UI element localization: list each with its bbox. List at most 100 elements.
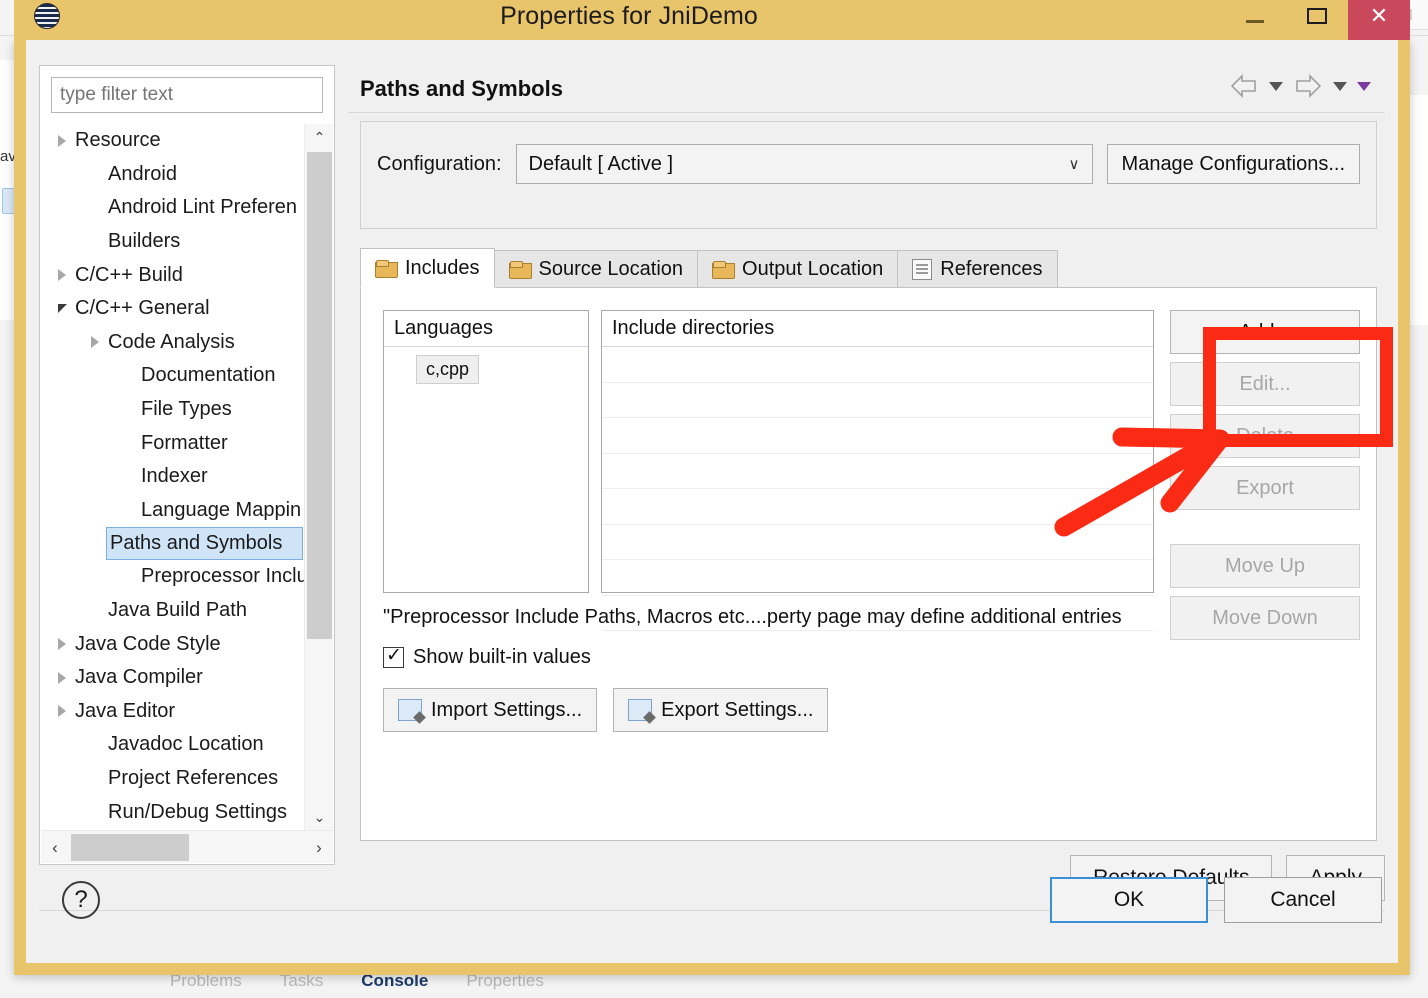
show-builtin-values-row[interactable]: Show built-in values [383,646,591,669]
configuration-select[interactable]: Default [ Active ] ∨ [516,144,1093,184]
sidebar-item-javadoc-location[interactable]: Javadoc Location [41,728,303,762]
settings-tree-panel: ResourceAndroid Android Lint Preferen Buil… [39,65,335,865]
tree-vscroll-thumb[interactable] [307,152,332,639]
chevron-down-icon [58,304,67,313]
sidebar-item-preprocessor-inclu[interactable]: Preprocessor Inclu [41,560,303,594]
languages-list[interactable]: Languages c,cpp [383,310,589,593]
sidebar-item-java-code-style[interactable]: Java Code Style [41,627,303,661]
tree-hscroll-thumb[interactable] [71,834,189,861]
sidebar-item-c-c-general[interactable]: C/C++ General [41,292,303,326]
include-directory-row[interactable] [602,525,1153,561]
chevron-down-icon: ∨ [1069,155,1080,173]
ok-button[interactable]: OK [1050,877,1208,923]
sidebar-item-label: Code Analysis [108,331,235,354]
sidebar-item-file-types[interactable]: File Types [41,393,303,427]
forward-arrow-icon[interactable] [1293,73,1323,99]
sidebar-item-run-debug-settings[interactable]: Run/Debug Settings [41,795,303,829]
sidebar-item-label: Java Compiler [75,666,203,689]
sidebar-item-label: Android Lint Preferen [108,196,297,219]
sidebar-item-android[interactable]: Android [41,158,303,192]
tree-expanded-arrow-icon[interactable] [49,304,75,313]
includes-tabstrip: Includes Source LocationOutput LocationRe… [360,248,1377,288]
scroll-up-icon[interactable]: ⌃ [305,124,334,150]
tab-source-location[interactable]: Source Location [494,250,699,288]
sidebar-item-project-references[interactable]: Project References [41,762,303,796]
dialog-titlebar: Properties for JniDemo ✕ [14,0,1410,40]
show-builtin-values-checkbox[interactable] [383,647,404,668]
sidebar-item-builders[interactable]: Builders [41,225,303,259]
sidebar-item-formatter[interactable]: Formatter [41,426,303,460]
tab-references[interactable]: References [897,250,1057,288]
export-button: Export [1170,466,1360,510]
tree-collapsed-arrow-icon[interactable] [49,269,75,281]
tree-collapsed-arrow-icon[interactable] [49,672,75,684]
help-icon[interactable]: ? [62,881,100,919]
tab-output-location[interactable]: Output Location [697,250,898,288]
add-button[interactable]: Add... [1170,310,1360,354]
close-icon: ✕ [1370,3,1388,29]
tree-collapsed-arrow-icon[interactable] [49,638,75,650]
sidebar-item-language-mappin[interactable]: Language Mappin [41,494,303,528]
sidebar-item-indexer[interactable]: Indexer [41,460,303,494]
show-builtin-values-label: Show built-in values [413,646,591,669]
tree-vertical-scrollbar[interactable]: ⌃ ⌄ [304,124,333,830]
delete-button: Delete [1170,414,1360,458]
include-directory-row[interactable] [602,347,1153,383]
sidebar-item-label: Paths and Symbols [107,532,282,555]
back-menu-chevron-down-icon[interactable] [1269,82,1283,91]
maximize-button[interactable] [1286,0,1348,40]
filter-input[interactable] [51,77,323,113]
import-settings-button[interactable]: Import Settings... [383,688,597,732]
sidebar-item-java-editor[interactable]: Java Editor [41,695,303,729]
include-directory-row[interactable] [602,489,1153,525]
cancel-button[interactable]: Cancel [1224,877,1382,923]
sidebar-item-label: Java Editor [75,700,175,723]
includes-tab-panel: Languages c,cpp Include directories Add.… [360,287,1377,841]
source-folder-icon [509,260,531,279]
sidebar-item-label: Preprocessor Inclu [141,565,308,588]
maximize-icon [1307,8,1327,24]
include-directory-row[interactable] [602,418,1153,454]
chevron-right-icon [58,135,66,147]
tab-includes[interactable]: Includes [360,248,495,288]
ok-cancel-group: OK Cancel [1050,877,1382,923]
close-button[interactable]: ✕ [1348,0,1410,40]
sidebar-item-paths-and-symbols[interactable]: Paths and Symbols [106,527,303,560]
manage-configurations-button[interactable]: Manage Configurations... [1107,144,1360,184]
chevron-right-icon [58,269,66,281]
preprocessor-note: "Preprocessor Include Paths, Macros etc.… [383,606,1206,629]
sidebar-item-code-analysis[interactable]: Code Analysis [41,326,303,360]
include-action-buttons: Add...Edit...DeleteExportMove UpMove Dow… [1170,310,1360,648]
forward-menu-chevron-down-icon[interactable] [1333,82,1347,91]
dialog-title: Properties for JniDemo [34,2,1224,31]
page-title: Paths and Symbols [360,76,563,102]
sidebar-item-resource[interactable]: Resource [41,124,303,158]
dialog-footer: ? OK Cancel [26,859,1398,963]
sidebar-item-label: Documentation [141,364,276,387]
include-directories-list[interactable]: Include directories [601,310,1154,593]
window-controls: ✕ [1224,0,1410,40]
tree-collapsed-arrow-icon[interactable] [82,336,108,348]
export-settings-button[interactable]: Export Settings... [613,688,828,732]
import-export-row: Import Settings... Export Settings... [383,688,828,732]
sidebar-item-java-build-path[interactable]: Java Build Path [41,594,303,628]
language-item-c-cpp[interactable]: c,cpp [416,355,479,384]
minimize-button[interactable] [1224,0,1286,40]
sidebar-item-label: C/C++ General [75,297,210,320]
move-up-button: Move Up [1170,544,1360,588]
sidebar-item-android-lint-preferen[interactable]: Android Lint Preferen [41,191,303,225]
tree-collapsed-arrow-icon[interactable] [49,705,75,717]
sidebar-item-java-compiler[interactable]: Java Compiler [41,661,303,695]
include-directory-row[interactable] [602,560,1153,596]
include-directory-row[interactable] [602,383,1153,419]
console-icon [341,974,356,987]
view-menu-icon[interactable] [1357,82,1371,91]
include-directory-row[interactable] [602,454,1153,490]
sidebar-item-c-c-build[interactable]: C/C++ Build [41,258,303,292]
scroll-down-icon[interactable]: ⌄ [305,804,334,830]
back-arrow-icon[interactable] [1229,73,1259,99]
tree-collapsed-arrow-icon[interactable] [49,135,75,147]
tab-label: Includes [405,257,480,280]
sidebar-item-documentation[interactable]: Documentation [41,359,303,393]
output-folder-icon [712,260,734,279]
